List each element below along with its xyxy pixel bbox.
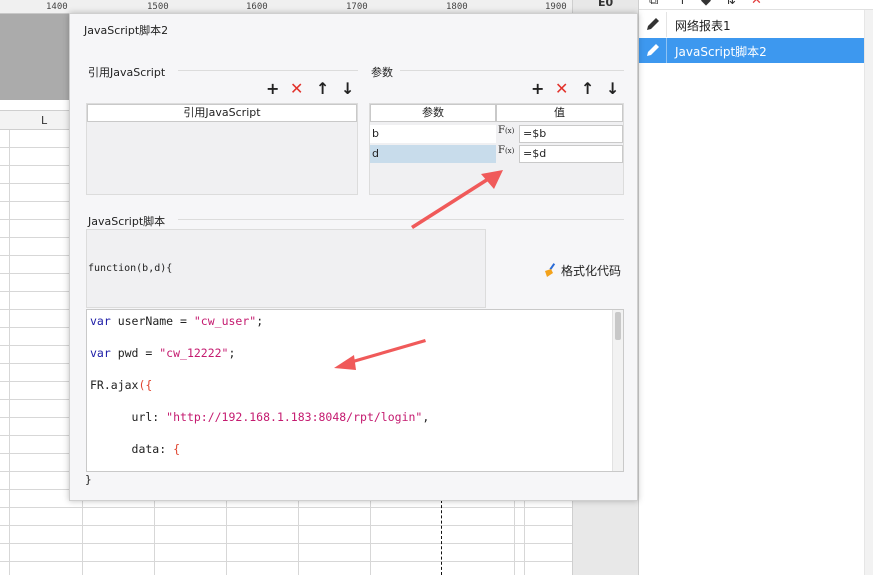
code-line: url: "http://192.168.1.183:8048/rpt/logi… bbox=[90, 410, 430, 424]
add-icon[interactable]: + bbox=[531, 81, 544, 97]
ref-js-column-header[interactable]: 引用JavaScript bbox=[87, 104, 357, 122]
function-signature: function(b,d){ bbox=[88, 263, 173, 274]
add-icon[interactable]: + bbox=[266, 81, 279, 97]
panel-scrollbar[interactable] bbox=[864, 10, 873, 575]
ruler-mark: 1900 bbox=[545, 2, 567, 12]
ruler-mark: 1800 bbox=[446, 2, 468, 12]
divider bbox=[666, 12, 667, 37]
function-closing-brace: } bbox=[85, 473, 92, 486]
param-value-field[interactable]: =$d bbox=[519, 145, 623, 163]
widget-item-report[interactable]: 网络报表1 bbox=[639, 12, 864, 37]
move-up-icon[interactable]: ↑ bbox=[581, 81, 594, 97]
scroll-thumb[interactable] bbox=[615, 312, 621, 340]
param-name-cell-selected[interactable]: d bbox=[370, 145, 496, 163]
code-editor[interactable]: var userName = "cw_user"; var pwd = "cw_… bbox=[86, 309, 624, 472]
value-column-header[interactable]: 值 bbox=[496, 104, 623, 122]
params-section-title: 参数 bbox=[371, 66, 393, 79]
delete-icon[interactable]: ✕ bbox=[555, 81, 568, 97]
param-value-field[interactable]: =$b bbox=[519, 125, 623, 143]
widget-toolbar: ⧉ ↑ ◆ ⇅ ✕ bbox=[639, 0, 873, 10]
horizontal-ruler: 1400 1500 1600 1700 1800 1900 bbox=[0, 0, 588, 14]
param-column-header[interactable]: 参数 bbox=[370, 104, 496, 122]
divider bbox=[666, 38, 667, 63]
dialog-title: JavaScript脚本2 bbox=[84, 24, 169, 37]
format-code-button[interactable]: 格式化代码 bbox=[543, 262, 621, 279]
params-table: 参数 值 b F(x) =$b d F(x) =$d bbox=[369, 103, 624, 195]
delete-icon[interactable]: ✕ bbox=[290, 81, 303, 97]
widget-item-label: 网络报表1 bbox=[675, 19, 731, 33]
javascript-dialog: JavaScript脚本2 引用JavaScript + ✕ ↑ ↓ 引用Jav… bbox=[69, 13, 638, 501]
script-section-title: JavaScript脚本 bbox=[88, 215, 166, 228]
section-divider bbox=[178, 219, 624, 220]
formula-icon[interactable]: F(x) bbox=[498, 145, 514, 156]
widget-item-javascript[interactable]: JavaScript脚本2 bbox=[639, 38, 864, 63]
code-scrollbar[interactable] bbox=[612, 310, 623, 471]
section-divider bbox=[178, 70, 358, 71]
code-line: var userName = "cw_user"; bbox=[90, 314, 264, 328]
code-line: data: { bbox=[90, 442, 181, 456]
move-down-icon[interactable]: ↓ bbox=[341, 81, 354, 97]
function-signature-box: function(b,d){ bbox=[86, 229, 486, 308]
column-label-l[interactable]: L bbox=[41, 114, 47, 127]
ruler-mark: 1600 bbox=[246, 2, 268, 12]
edit-pencil-icon bbox=[647, 44, 659, 56]
sort-icon[interactable]: ⇅ bbox=[725, 0, 736, 8]
ruler-mark: 1500 bbox=[147, 2, 169, 12]
page-break-line bbox=[441, 500, 442, 575]
code-line: FR.ajax({ bbox=[90, 378, 153, 392]
move-up-icon[interactable]: ↑ bbox=[316, 81, 329, 97]
copy-icon[interactable]: ⧉ bbox=[649, 0, 658, 8]
param-name-cell[interactable]: b bbox=[370, 125, 496, 143]
ref-js-section-title: 引用JavaScript bbox=[88, 66, 166, 79]
move-up-icon[interactable]: ↑ bbox=[677, 0, 688, 8]
ref-js-table[interactable]: 引用JavaScript bbox=[86, 103, 358, 195]
delete-icon[interactable]: ✕ bbox=[751, 0, 762, 8]
widget-item-label: JavaScript脚本2 bbox=[675, 45, 767, 59]
ruler-mark: 1700 bbox=[346, 2, 368, 12]
formula-icon[interactable]: F(x) bbox=[498, 125, 514, 136]
section-divider bbox=[400, 70, 624, 71]
format-code-label: 格式化代码 bbox=[561, 264, 622, 278]
code-lines: var userName = "cw_user"; var pwd = "cw_… bbox=[90, 313, 430, 471]
edit-pencil-icon bbox=[647, 18, 659, 30]
broom-icon bbox=[545, 263, 556, 277]
widget-list-panel: ⧉ ↑ ◆ ⇅ ✕ 网络报表1 JavaScript脚本2 bbox=[638, 0, 873, 575]
move-down-icon[interactable]: ◆ bbox=[701, 0, 711, 8]
move-down-icon[interactable]: ↓ bbox=[606, 81, 619, 97]
ruler-mark: 1400 bbox=[46, 2, 68, 12]
cut-icon[interactable]: E0 bbox=[598, 0, 613, 9]
code-line: var pwd = "cw_12222"; bbox=[90, 346, 236, 360]
